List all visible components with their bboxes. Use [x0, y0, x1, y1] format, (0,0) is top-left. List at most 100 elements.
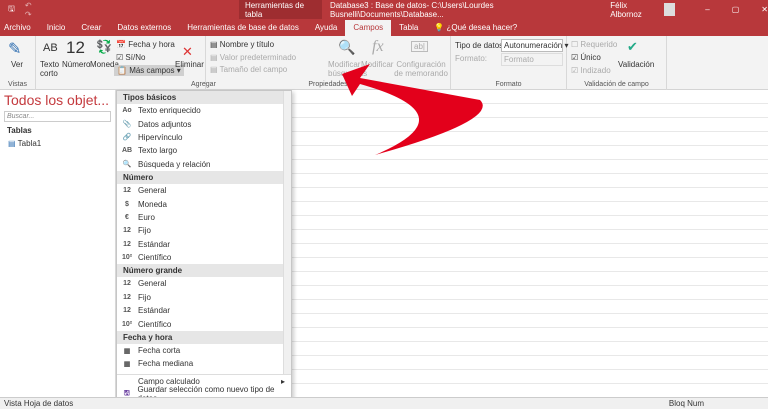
tab-inicio[interactable]: Inicio: [39, 20, 74, 36]
arrow-shape: [342, 64, 483, 155]
memo-icon: ab|: [411, 41, 428, 52]
tell-me[interactable]: 💡 ¿Qué desea hacer?: [426, 20, 525, 36]
menu-group-header: Fecha y hora: [117, 330, 283, 344]
tab-tabla[interactable]: Tabla: [391, 20, 426, 36]
label: General: [138, 279, 167, 289]
text-icon: AB: [43, 42, 58, 54]
menu-item[interactable]: 12 Fijo: [117, 291, 283, 304]
label: Fecha y hora: [128, 40, 175, 49]
validation-icon: ✔: [627, 39, 638, 54]
field-type-icon: $: [125, 200, 129, 208]
tab-crear[interactable]: Crear: [73, 20, 109, 36]
menu-item[interactable]: ▦ Fecha mediana: [117, 357, 283, 370]
menu-item[interactable]: 12 Fijo: [117, 224, 283, 237]
field-type-icon: 12: [123, 187, 131, 195]
eliminar-button[interactable]: Eliminar: [175, 60, 204, 69]
label: Hipervínculo: [138, 132, 183, 142]
label: Científico: [138, 319, 172, 329]
menu-item[interactable]: $ Moneda: [117, 197, 283, 210]
menu-item[interactable]: € Euro: [117, 211, 283, 224]
label: Búsqueda y relación: [138, 159, 211, 169]
indizado-checkbox: ☑ Indizado: [571, 66, 611, 75]
currency-icon: 💱: [96, 39, 113, 54]
formato-select: Formato: [501, 53, 563, 66]
field-type-icon: 📎: [122, 121, 132, 129]
menu-item[interactable]: 📎 Datos adjuntos: [117, 117, 283, 130]
menu-group-header: Número: [117, 170, 283, 184]
valor-predeterminado-button: ▤ Valor predeterminado: [210, 53, 297, 62]
label: Tamaño del campo: [219, 65, 288, 74]
ver-button[interactable]: Ver: [11, 60, 23, 69]
delete-icon: ✕: [182, 44, 193, 59]
mas-campos-button[interactable]: 📋 Más campos ▾: [114, 65, 184, 76]
avatar[interactable]: [663, 3, 676, 16]
fecha-hora-button[interactable]: 📅 Fecha y hora: [116, 40, 175, 49]
tab-campos[interactable]: Campos: [345, 20, 392, 36]
menu-item[interactable]: 10² Científico: [117, 251, 283, 264]
lookup-icon: 🔍: [338, 39, 356, 55]
nav-title[interactable]: Todos los objet...: [0, 90, 115, 110]
menu-item[interactable]: 🔗 Hipervínculo: [117, 131, 283, 144]
menu-item[interactable]: 🔍 Búsqueda y relación: [117, 158, 283, 171]
window-title: Database3 : Base de datos- C:\Users\Lour…: [329, 0, 494, 19]
label: Más campos: [129, 66, 175, 75]
label: Fijo: [138, 292, 151, 302]
label: Datos adjuntos: [138, 119, 192, 129]
menu-group-header: Tipos básicos: [117, 91, 283, 104]
save-icon[interactable]: 🖫: [8, 3, 15, 17]
menu-item[interactable]: 12 Estándar: [117, 304, 283, 317]
tab-datos-externos[interactable]: Datos externos: [109, 20, 179, 36]
maximize-button[interactable]: ▢: [732, 5, 740, 14]
tab-ayuda[interactable]: Ayuda: [307, 20, 346, 36]
lightbulb-icon: 💡: [434, 23, 445, 32]
label: Requerido: [580, 40, 618, 49]
si-no-button[interactable]: ☑ Sí/No: [116, 53, 145, 62]
label: Estándar: [138, 239, 171, 249]
group-validacion: ☐ Requerido ☑ Único ☑ Indizado ✔ Validac…: [567, 36, 667, 90]
group-agregar: AB Texto corto 12 Número 💱 Moneda 📅 Fech…: [36, 36, 216, 90]
group-label: Vistas: [8, 81, 27, 88]
validacion-button[interactable]: Validación: [618, 60, 654, 69]
menu-item[interactable]: AB Texto largo: [117, 144, 283, 157]
label: Nombre y título: [219, 40, 275, 49]
field-type-icon: 10²: [121, 320, 133, 328]
menu-item[interactable]: 12 General: [117, 184, 283, 197]
numero-button[interactable]: Número: [62, 60, 90, 69]
nombre-titulo-button[interactable]: ▤ Nombre y título: [210, 40, 274, 49]
label: Moneda: [138, 199, 167, 209]
label: Fecha mediana: [138, 359, 194, 369]
menu-item[interactable]: 12 General: [117, 277, 283, 290]
unico-checkbox[interactable]: ☑ Único: [571, 53, 601, 62]
label: Científico: [138, 253, 172, 263]
mas-campos-menu: Tipos básicos Ao Texto enriquecido 📎 Datos a…: [116, 90, 292, 407]
field-type-icon: 🔗: [122, 134, 132, 142]
context-label: Herramientas de tabla: [238, 0, 322, 19]
field-type-icon: 12: [123, 280, 131, 288]
field-type-icon: ▦: [120, 373, 134, 374]
label: Valor predeterminado: [219, 53, 297, 62]
menu-item[interactable]: Ao Texto enriquecido: [117, 104, 283, 117]
nav-item-tabla1[interactable]: ▤ Tabla1: [0, 138, 115, 149]
undo-icon[interactable]: ↶ ↷: [25, 1, 39, 19]
menu-item[interactable]: 10² Científico: [117, 317, 283, 330]
user-name[interactable]: Félix Albornoz: [610, 1, 655, 19]
menu-item[interactable]: 12 Estándar: [117, 238, 283, 251]
menu-group-header: Número grande: [117, 264, 283, 278]
red-arrow-annotation: [342, 64, 483, 155]
tamano-campo-field: ▤ Tamaño del campo: [210, 65, 288, 74]
tipo-datos-select[interactable]: Autonumeración ▾: [501, 39, 569, 52]
nav-section-tablas[interactable]: Tablas: [0, 123, 115, 138]
label: General: [138, 186, 167, 196]
field-type-icon: 12: [123, 240, 131, 248]
label: Fijo: [138, 226, 151, 236]
tab-archivo[interactable]: Archivo: [0, 20, 39, 36]
close-button[interactable]: ✕: [761, 5, 768, 14]
nav-search[interactable]: Buscar...: [4, 111, 111, 122]
menu-scrollbar[interactable]: [283, 91, 291, 374]
label: Texto largo: [138, 146, 178, 156]
minimize-button[interactable]: –: [705, 5, 709, 14]
group-label: Agregar: [191, 81, 216, 88]
menu-item[interactable]: ▦ Fecha corta: [117, 344, 283, 357]
label: Estándar: [138, 306, 171, 316]
tab-herramientas[interactable]: Herramientas de base de datos: [179, 20, 307, 36]
